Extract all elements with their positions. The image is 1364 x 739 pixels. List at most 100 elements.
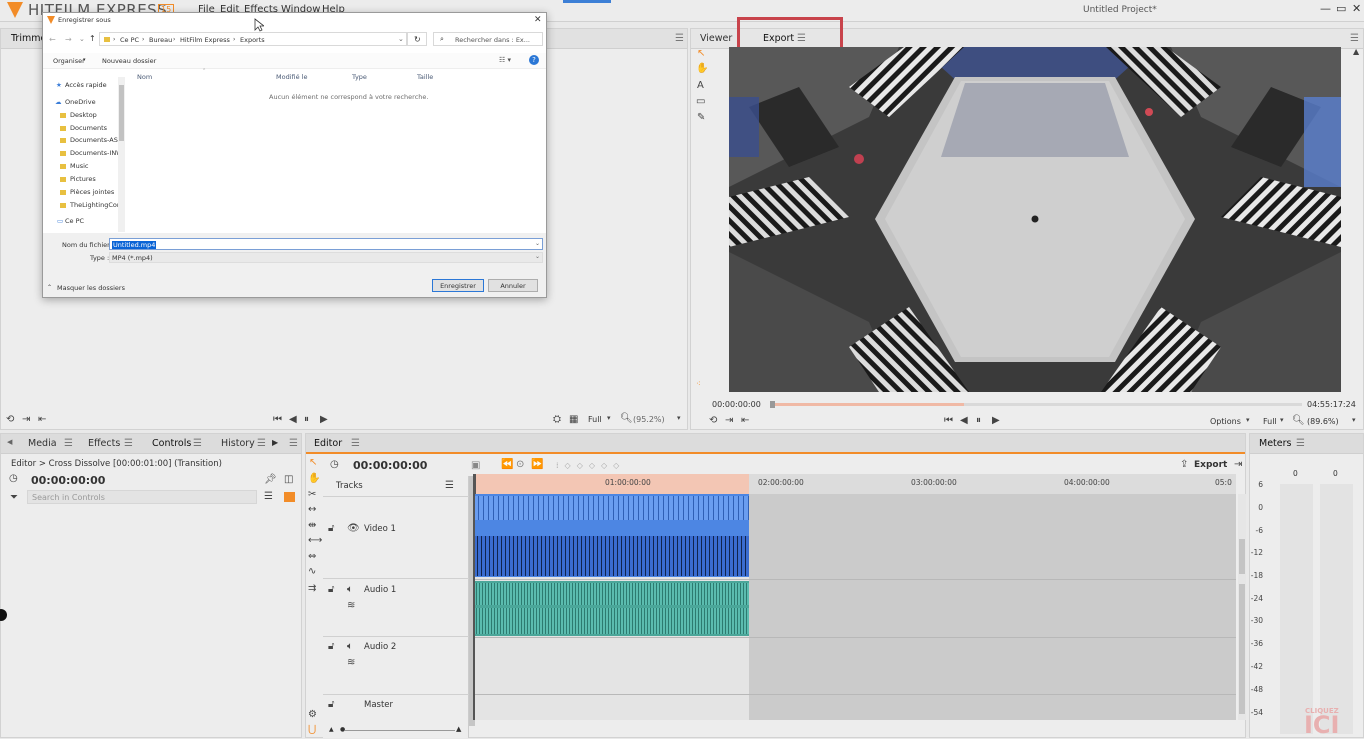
zoom-slider[interactable]: ▲ ● ▲	[325, 725, 465, 734]
nav-music[interactable]: Music	[60, 162, 89, 170]
organize-button[interactable]: Organiser	[53, 57, 85, 65]
viewer-zoom-level[interactable]: (89.6%)	[1307, 417, 1339, 426]
grid-icon[interactable]: ▦	[569, 415, 578, 425]
editor-collapse-icon[interactable]: ⇥	[1234, 460, 1242, 470]
controls-time[interactable]: 00:00:00:00	[31, 474, 105, 487]
zoom-in-icon[interactable]: ▲	[456, 725, 461, 733]
chevron-down-icon[interactable]: ▾	[83, 57, 86, 63]
pin-icon[interactable]: 📌︎	[264, 475, 277, 485]
zoom-icon[interactable]: 🔍︎	[620, 414, 633, 424]
editor-menu-icon[interactable]: ☰	[351, 438, 360, 449]
options-button[interactable]: Options	[1210, 417, 1241, 426]
new-folder-button[interactable]: Nouveau dossier	[102, 57, 156, 65]
mask-tool-icon[interactable]: ▭	[696, 97, 705, 107]
nav-onedrive[interactable]: OneDrive	[65, 98, 96, 106]
refresh-button[interactable]: ↻	[407, 32, 427, 46]
meters-menu-icon[interactable]: ☰	[1296, 438, 1305, 449]
track-master[interactable]: Master	[364, 700, 393, 710]
scroll-up-icon[interactable]: ▲	[1353, 48, 1359, 56]
tab-editor[interactable]: Editor	[314, 438, 342, 449]
list-view-icon[interactable]: ☰	[264, 492, 273, 502]
speaker-icon[interactable]: 🔈︎	[347, 642, 353, 652]
audio-clip[interactable]	[473, 581, 749, 636]
column-name[interactable]: Nom	[137, 73, 152, 81]
nav-documents-inw[interactable]: Documents-INW	[60, 149, 123, 157]
waveform-toggle-icon[interactable]: ≋	[347, 601, 355, 611]
hand-tool-icon[interactable]: ✋	[308, 474, 320, 484]
prev-keyframe-icon[interactable]: ⏪	[501, 460, 513, 470]
chevron-up-icon[interactable]: ⌃	[47, 284, 52, 291]
loop-icon[interactable]: ⟲	[709, 416, 717, 426]
nav-lighting[interactable]: TheLightingCont	[60, 201, 124, 209]
chevron-down-icon[interactable]: ▾	[1352, 417, 1356, 424]
snapshot-icon[interactable]: ▣	[471, 461, 480, 471]
skip-start-icon[interactable]: ⏮	[944, 416, 953, 426]
watermark-text-large[interactable]: ICI	[1304, 713, 1339, 737]
help-icon[interactable]: ?	[529, 55, 539, 65]
tab-scroll-right-icon[interactable]: ▶	[272, 438, 278, 447]
editor-time[interactable]: 00:00:00:00	[353, 459, 427, 472]
viewer-quality-select[interactable]: Full	[1263, 417, 1277, 426]
nav-pictures[interactable]: Pictures	[60, 175, 96, 183]
address-bar[interactable]: › Ce PC › Bureau › HitFilm Express › Exp…	[99, 32, 407, 46]
lock-icon[interactable]: 🔓︎	[328, 585, 334, 595]
back-icon[interactable]: ←	[49, 35, 56, 44]
viewer-menu-icon[interactable]: ☰	[1350, 33, 1359, 44]
export-icon[interactable]: ⇪	[1180, 460, 1188, 470]
editor-export-button[interactable]: Export	[1194, 460, 1227, 470]
chevron-down-icon[interactable]: ▾	[677, 415, 681, 422]
snapshot-icon[interactable]: ⛭	[553, 415, 561, 425]
video-clip[interactable]	[473, 494, 749, 577]
forward-icon[interactable]: →	[65, 35, 72, 44]
cancel-button[interactable]: Annuler	[488, 279, 538, 292]
track-audio-2[interactable]: Audio 2	[364, 642, 396, 652]
track-select-icon[interactable]: ⇉	[308, 584, 316, 594]
column-size[interactable]: Taille	[417, 73, 433, 81]
scroll-thumb[interactable]	[1239, 539, 1245, 574]
track-audio-1[interactable]: Audio 1	[364, 585, 396, 595]
chevron-down-icon[interactable]: ▾	[607, 415, 611, 422]
insert-icon[interactable]: ⇥	[22, 415, 30, 425]
effects-menu-icon[interactable]: ☰	[124, 438, 133, 449]
nav-documents[interactable]: Documents	[60, 124, 107, 132]
text-tool-icon[interactable]: A	[697, 81, 704, 91]
slip-tool-icon[interactable]: ↔	[308, 505, 316, 515]
up-icon[interactable]: ↑	[89, 34, 96, 43]
overlay-icon[interactable]: ⇤	[38, 415, 46, 425]
path-hitfilm[interactable]: HitFilm Express	[180, 36, 230, 44]
viewer-scrubber[interactable]	[770, 401, 1302, 408]
waveform-toggle-icon[interactable]: ≋	[347, 658, 355, 668]
close-icon[interactable]: ✕	[1352, 2, 1361, 15]
controls-menu-icon[interactable]: ☰	[193, 438, 202, 449]
nav-documents-asu[interactable]: Documents-ASU	[60, 136, 123, 144]
next-keyframe-icon[interactable]: ⏩	[531, 460, 543, 470]
zoom-out-icon[interactable]: ▲	[329, 726, 334, 733]
timeline-vscroll[interactable]	[1238, 494, 1246, 720]
zoom-icon[interactable]: 🔍︎	[1292, 416, 1305, 426]
lock-icon[interactable]: 🔓︎	[328, 700, 334, 710]
track-video-1[interactable]: Video 1	[364, 524, 396, 534]
filter-icon[interactable]: ⏷	[10, 493, 18, 503]
loop-icon[interactable]: ⟲	[6, 415, 14, 425]
speaker-icon[interactable]: 🔈︎	[347, 585, 353, 595]
tab-scroll-left-icon[interactable]: ◀	[7, 438, 12, 446]
step-back-icon[interactable]: ◀	[960, 416, 968, 426]
dialog-close-icon[interactable]: ✕	[534, 15, 542, 25]
insert-icon[interactable]: ⇥	[725, 416, 733, 426]
hide-folders-toggle[interactable]: Masquer les dossiers	[57, 284, 125, 292]
playback-icon[interactable]: ⊙	[516, 460, 524, 470]
controls-search-input[interactable]: Search in Controls	[27, 490, 257, 504]
nav-this-pc[interactable]: Ce PC	[65, 217, 84, 225]
chevron-down-icon[interactable]: ⌄	[535, 253, 540, 260]
rate-tool-icon[interactable]: ∿	[308, 567, 316, 577]
timeline-tracks[interactable]	[473, 494, 1236, 720]
tab-media[interactable]: Media	[28, 438, 57, 449]
play-icon[interactable]: ▶	[992, 416, 1000, 426]
chevron-down-icon[interactable]: ▾	[1246, 417, 1250, 424]
pen-tool-icon[interactable]: ✎	[697, 113, 705, 123]
nav-desktop[interactable]: Desktop	[60, 111, 97, 119]
nav-quick-access[interactable]: Accès rapide	[65, 81, 107, 89]
slide-tool-icon[interactable]: ⇹	[308, 521, 316, 531]
trimmer-menu-icon[interactable]: ☰	[675, 33, 684, 44]
timeline-playhead[interactable]	[473, 474, 476, 494]
